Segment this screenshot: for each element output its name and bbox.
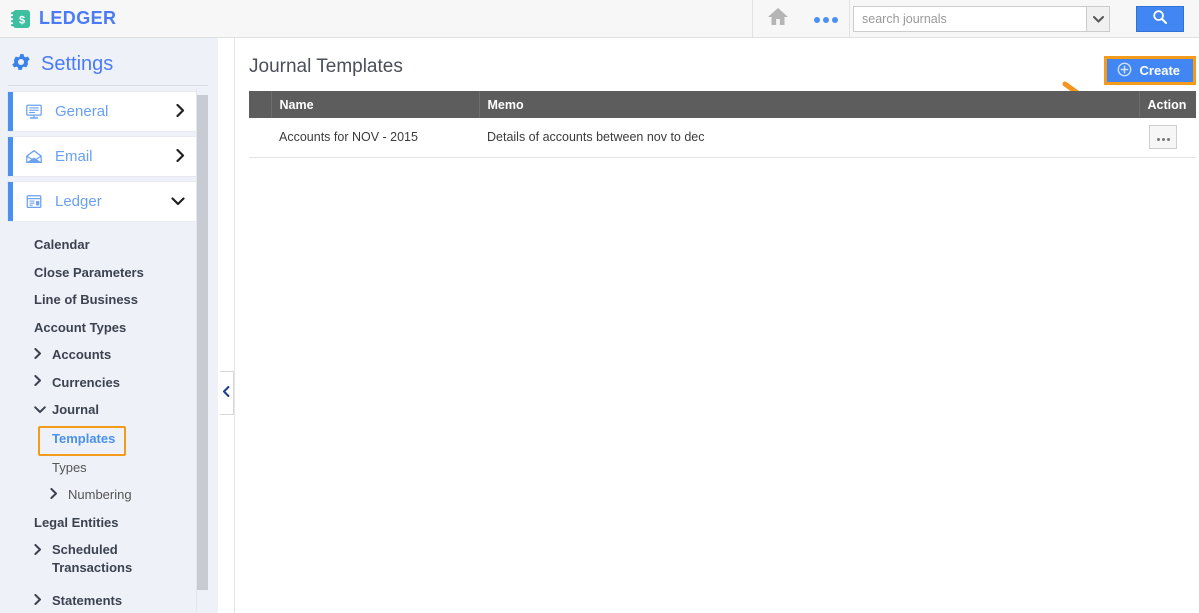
more-dots-icon — [813, 10, 840, 28]
sidebar-item-line-of-business[interactable]: Line of Business — [0, 286, 218, 314]
row-action-menu-button[interactable] — [1149, 125, 1177, 150]
chevron-right-icon — [34, 375, 42, 389]
chevron-down-icon — [1092, 10, 1104, 28]
search-group — [853, 6, 1132, 32]
sidebar-item-label: Calendar — [34, 237, 90, 253]
row-name-cell: Accounts for NOV - 2015 — [271, 118, 479, 158]
sidebar-item-legal-entities[interactable]: Legal Entities — [0, 509, 218, 537]
sidebar-item-scheduled-transactions[interactable]: Scheduled Transactions — [0, 536, 218, 579]
sidebar-item-email[interactable]: Email — [8, 137, 196, 176]
search-input[interactable] — [853, 6, 1086, 32]
sidebar-item-numbering[interactable]: Numbering — [0, 481, 218, 509]
chevron-right-icon — [50, 487, 58, 502]
sidebar-item-types[interactable]: Types — [0, 454, 218, 482]
sidebar-item-label: Numbering — [68, 487, 132, 503]
sidebar-item-journal[interactable]: Journal — [0, 396, 218, 424]
table-col-name[interactable]: Name — [271, 91, 480, 118]
row-memo-cell: Details of accounts between nov to dec — [479, 118, 1139, 158]
sidebar-item-label: Accounts — [52, 347, 112, 363]
chevron-right-icon — [176, 103, 185, 119]
chevron-right-icon — [34, 347, 42, 362]
search-icon — [1152, 9, 1168, 30]
sidebar-collapse-button[interactable] — [220, 371, 234, 415]
sidebar-item-label: Email — [55, 148, 93, 165]
chevron-right-icon — [34, 542, 42, 560]
row-action-cell — [1139, 118, 1196, 158]
chevron-down-icon — [34, 403, 46, 417]
sidebar-item-calendar[interactable]: Calendar — [0, 231, 218, 259]
sidebar-item-label: Journal — [52, 402, 99, 418]
brand-name: LEDGER — [39, 8, 117, 28]
table-row[interactable]: Accounts for NOV - 2015 Details of accou… — [249, 118, 1196, 158]
top-header-bar: $ LEDGER — [0, 0, 1199, 38]
monitor-icon — [25, 103, 45, 121]
sidebar-item-label: Statements — [52, 593, 123, 609]
content-page-title: Journal Templates — [249, 56, 403, 77]
sidebar-divider — [8, 85, 208, 86]
search-scope-dropdown[interactable] — [1086, 6, 1110, 32]
envelope-icon — [25, 148, 45, 166]
ledger-book-dollar-icon: $ — [10, 8, 32, 30]
table-col-spacer — [249, 91, 272, 118]
sidebar-item-label: Scheduled Transactions — [52, 542, 133, 575]
sidebar-item-label: Templates — [52, 431, 116, 446]
search-button[interactable] — [1136, 6, 1184, 32]
ledger-page-icon — [25, 193, 45, 211]
brand-logo[interactable]: $ LEDGER — [10, 0, 116, 37]
sidebar-item-label: Account Types — [34, 319, 127, 335]
gear-icon — [10, 51, 32, 78]
ellipsis-icon — [1156, 130, 1171, 144]
sidebar-item-label: Line of Business — [34, 292, 139, 308]
home-icon — [767, 6, 789, 31]
sidebar-item-label: Currencies — [52, 374, 120, 390]
home-button[interactable] — [752, 0, 804, 37]
page-title: Settings — [41, 52, 114, 75]
sidebar-item-ledger[interactable]: Ledger — [8, 182, 196, 221]
sidebar-item-label: General — [55, 103, 109, 120]
create-button[interactable]: Create — [1103, 56, 1196, 85]
sidebar-item-accounts[interactable]: Accounts — [0, 341, 218, 369]
chevron-down-icon — [171, 195, 185, 208]
table-col-action: Action — [1139, 91, 1196, 118]
sidebar-scrollbar-thumb[interactable] — [197, 95, 208, 590]
chevron-right-icon — [176, 148, 185, 164]
table-header-row: Name Memo Action — [249, 91, 1196, 118]
sidebar-item-account-types[interactable]: Account Types — [0, 314, 218, 342]
settings-sidebar: Settings General Email Ledger Calendar C… — [0, 38, 218, 613]
sidebar-item-statements[interactable]: Statements — [0, 587, 218, 613]
sidebar-header: Settings — [0, 38, 218, 76]
sidebar-item-currencies[interactable]: Currencies — [0, 369, 218, 397]
chevron-right-icon — [34, 593, 42, 608]
plus-circle-icon — [1117, 62, 1132, 80]
more-menu-button[interactable] — [803, 0, 850, 37]
create-button-label: Create — [1139, 63, 1180, 78]
sidebar-item-label: Ledger — [55, 193, 102, 210]
sidebar-item-close-parameters[interactable]: Close Parameters — [0, 259, 218, 287]
sidebar-item-label: Legal Entities — [34, 514, 119, 530]
svg-text:$: $ — [19, 14, 25, 26]
chevron-left-icon — [223, 384, 230, 402]
journal-templates-table: Name Memo Action Accounts for NOV - 2015… — [249, 91, 1196, 158]
sidebar-subitem-list: Calendar Close Parameters Line of Busine… — [0, 231, 218, 613]
table-col-memo[interactable]: Memo — [479, 91, 1140, 118]
sidebar-item-templates[interactable]: Templates — [0, 424, 218, 456]
main-content: Journal Templates Create Name Memo Actio… — [234, 38, 1199, 613]
sidebar-item-label: Types — [52, 459, 87, 475]
sidebar-item-general[interactable]: General — [8, 92, 196, 131]
sidebar-item-label: Close Parameters — [34, 264, 144, 280]
row-spacer-cell — [249, 118, 271, 158]
